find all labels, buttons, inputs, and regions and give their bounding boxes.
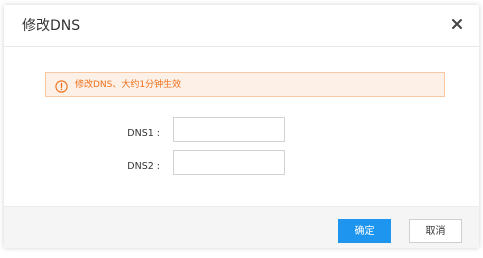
close-icon[interactable]	[449, 16, 465, 32]
exclamation-circle-icon	[55, 78, 68, 93]
dns2-input[interactable]	[173, 150, 285, 175]
cancel-button[interactable]: 取消	[409, 219, 462, 243]
dns2-label: DNS2 :	[127, 161, 160, 172]
dialog-header: 修改DNS	[4, 5, 479, 47]
dns1-label: DNS1 :	[127, 128, 160, 139]
alert-text: 修改DNS、大约1分钟生效	[75, 80, 182, 90]
warning-alert: 修改DNS、大约1分钟生效	[45, 72, 445, 97]
dialog-footer: 确定 取消	[4, 206, 479, 248]
dns1-input[interactable]	[173, 117, 285, 142]
dialog-title: 修改DNS	[22, 18, 81, 34]
confirm-button[interactable]: 确定	[338, 219, 391, 243]
modify-dns-dialog: 修改DNS 修改DNS、大约1分钟生效 DNS1 : DNS2 : 确定 取消	[4, 5, 479, 248]
